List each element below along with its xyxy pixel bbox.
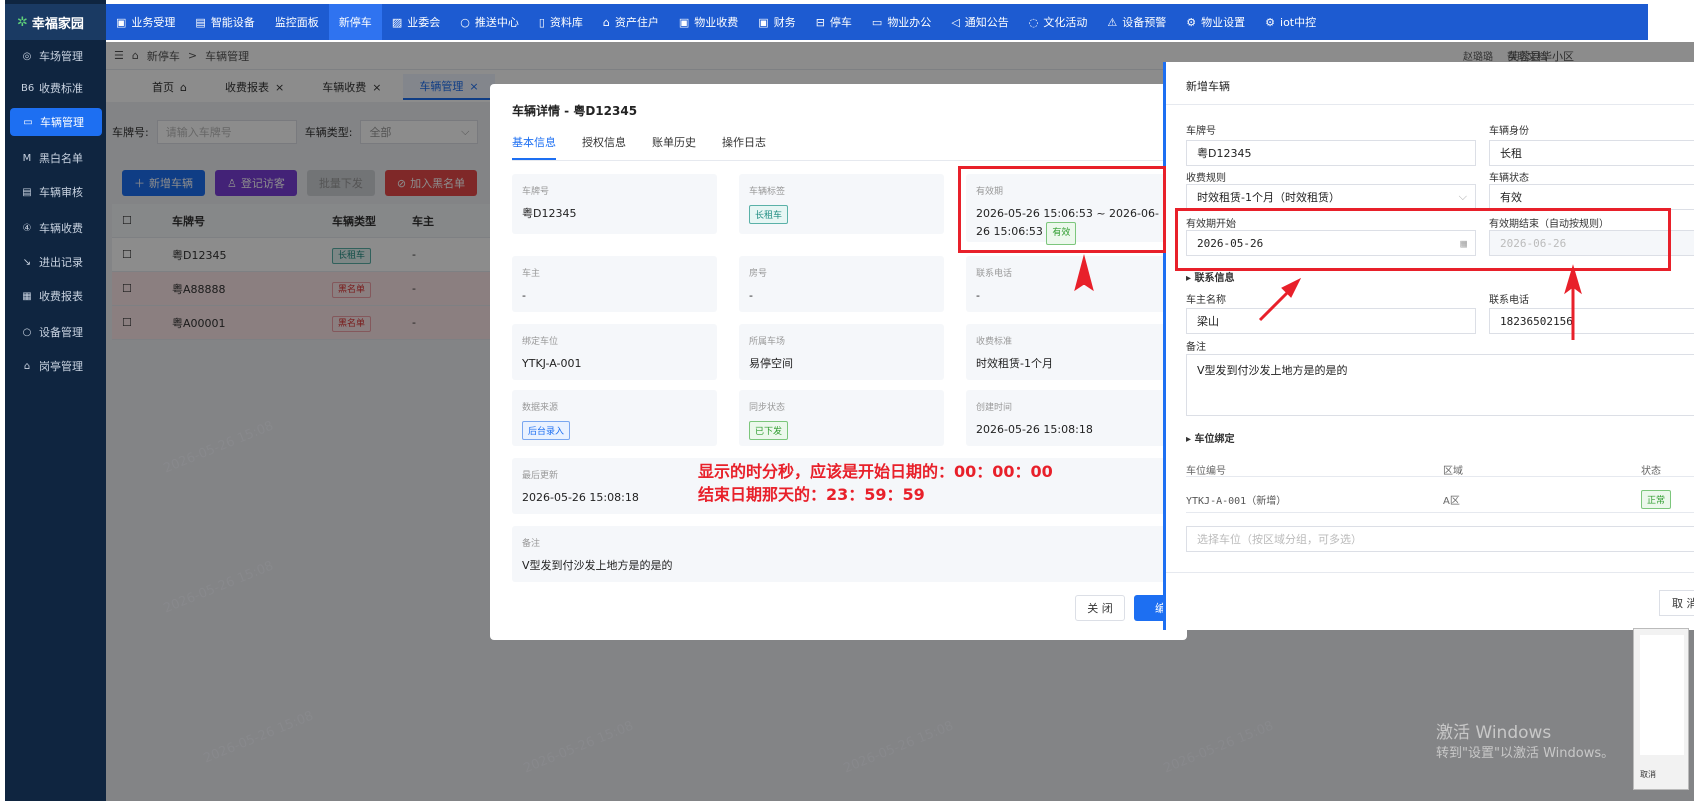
thumbnail-page [1640,635,1684,755]
arrow-icon [1564,264,1582,340]
windows-activation-title: 激活 Windows [1436,723,1552,743]
arrow-icon [1074,254,1094,292]
preview-thumbnail[interactable]: 取消 [1633,628,1689,790]
windows-activation-text: 转到"设置"以激活 Windows。 [1436,746,1615,761]
thumbnail-cancel: 取消 [1640,770,1656,779]
arrow-icon [1258,277,1302,322]
annotation-arrows [1074,254,1582,340]
